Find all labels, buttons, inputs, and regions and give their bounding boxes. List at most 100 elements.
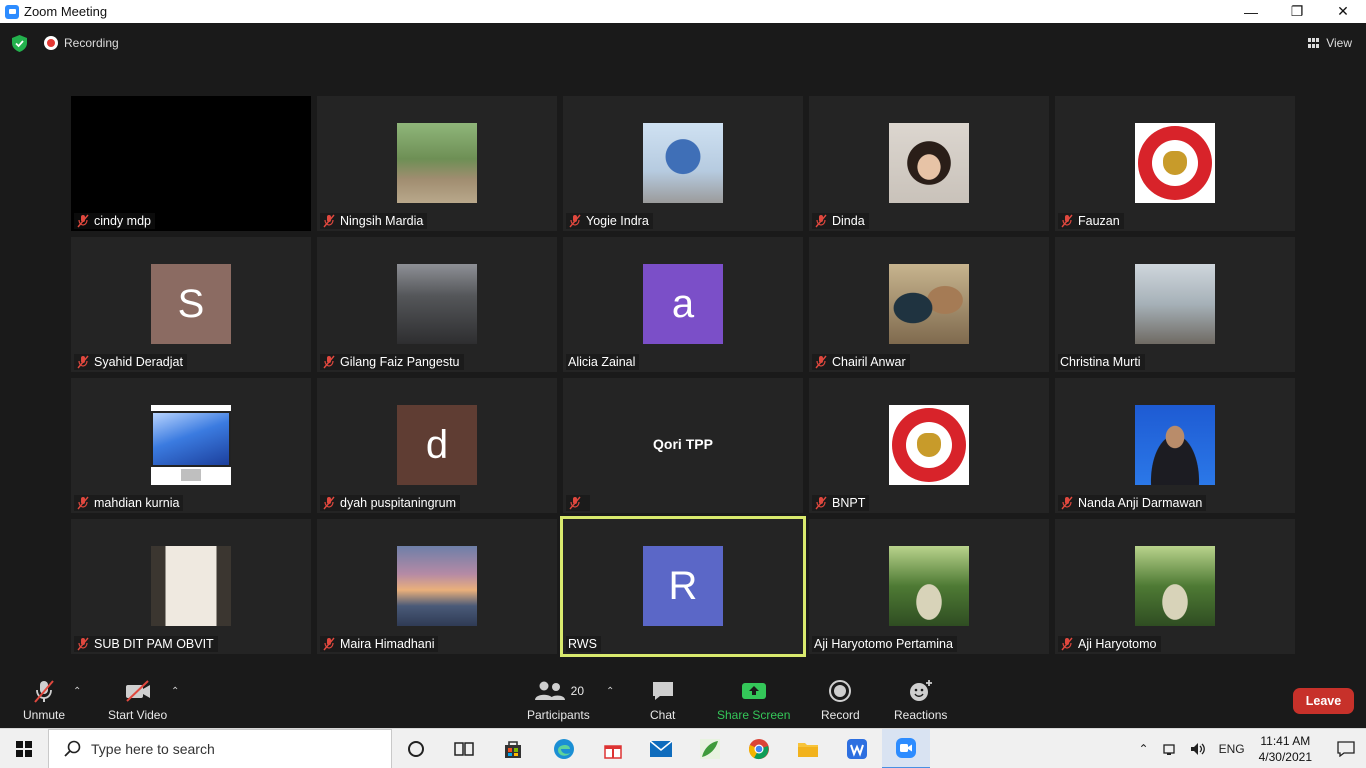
- zoom-icon: [896, 738, 916, 758]
- wps-icon: [847, 739, 867, 759]
- participant-name: SUB DIT PAM OBVIT: [94, 637, 214, 651]
- recording-dot-icon: [44, 36, 58, 50]
- participant-name-bar: Maira Himadhani: [320, 636, 439, 652]
- reactions-label: Reactions: [894, 708, 948, 722]
- clock-date: 4/30/2021: [1258, 750, 1312, 764]
- wps-app-button[interactable]: [833, 729, 881, 768]
- maximize-button[interactable]: ❐: [1274, 0, 1320, 23]
- video-gallery: cindy mdp Ningsih Mardia Yogie Indra Dinda F…: [0, 65, 1366, 670]
- participant-tile[interactable]: Qori TPP: [563, 378, 803, 513]
- unmute-button[interactable]: Unmute: [23, 678, 65, 722]
- recording-indicator[interactable]: Recording: [44, 36, 119, 50]
- muted-mic-icon: [1061, 214, 1073, 228]
- participants-icon-group: 20: [533, 678, 584, 704]
- participant-tile[interactable]: Dinda: [809, 96, 1049, 231]
- chrome-app-button[interactable]: [735, 729, 783, 768]
- audio-options-caret[interactable]: ⌃: [73, 686, 81, 697]
- security-shield-icon[interactable]: [12, 35, 27, 52]
- participant-name: BNPT: [832, 496, 866, 510]
- chat-bubble-icon: [651, 678, 675, 704]
- gift-icon: [604, 745, 622, 759]
- participant-tile[interactable]: Fauzan: [1055, 96, 1295, 231]
- input-language[interactable]: ENG: [1219, 742, 1245, 756]
- gift-app-button[interactable]: [589, 729, 637, 768]
- store-icon: [505, 741, 521, 758]
- muted-mic-icon: [77, 496, 89, 510]
- taskbar-search-box[interactable]: Type here to search: [48, 729, 392, 768]
- reactions-button[interactable]: Reactions: [894, 678, 947, 722]
- leaf-app-button[interactable]: [686, 729, 734, 768]
- share-screen-button[interactable]: Share Screen: [717, 678, 790, 722]
- video-off-icon: [123, 678, 153, 704]
- store-app-button[interactable]: [489, 729, 537, 768]
- participants-button[interactable]: 20 Participants: [527, 678, 590, 722]
- participant-tile[interactable]: R RWS: [560, 516, 806, 657]
- chrome-icon: [749, 739, 769, 760]
- participant-name: Ningsih Mardia: [340, 214, 424, 228]
- profile-photo: [889, 546, 969, 626]
- cortana-button[interactable]: [392, 729, 440, 768]
- participant-name-bar: Yogie Indra: [566, 213, 653, 229]
- participant-name-bar: BNPT: [812, 495, 870, 511]
- avatar-letter: d: [397, 405, 477, 485]
- view-label: View: [1326, 36, 1352, 50]
- minimize-button[interactable]: —: [1228, 0, 1274, 23]
- record-button[interactable]: Record: [821, 678, 860, 722]
- unmute-label: Unmute: [23, 708, 66, 722]
- participant-tile[interactable]: Ningsih Mardia: [317, 96, 557, 231]
- participant-tile[interactable]: Christina Murti: [1055, 237, 1295, 372]
- participant-name: Aji Haryotomo Pertamina: [814, 637, 953, 651]
- network-icon[interactable]: [1161, 741, 1177, 757]
- participant-tile[interactable]: S Syahid Deradjat: [71, 237, 311, 372]
- participant-tile[interactable]: d dyah puspitaningrum: [317, 378, 557, 513]
- notifications-button[interactable]: [1326, 741, 1366, 757]
- profile-photo: [151, 546, 231, 626]
- start-button[interactable]: [0, 729, 48, 768]
- close-button[interactable]: ✕: [1320, 0, 1366, 23]
- participant-avatar: S: [151, 264, 231, 344]
- participant-name: mahdian kurnia: [94, 496, 180, 510]
- view-button[interactable]: View: [1308, 36, 1352, 50]
- participant-name: Christina Murti: [1060, 355, 1141, 369]
- task-view-button[interactable]: [440, 729, 488, 768]
- bnpt-logo-image: [889, 405, 969, 485]
- zoom-app-button[interactable]: [882, 729, 930, 768]
- muted-mic-icon: [815, 214, 827, 228]
- participant-display-name: Qori TPP: [653, 436, 713, 452]
- participant-tile[interactable]: cindy mdp: [71, 96, 311, 231]
- muted-mic-icon: [323, 355, 335, 369]
- participant-tile[interactable]: Yogie Indra: [563, 96, 803, 231]
- participant-tile[interactable]: BNPT: [809, 378, 1049, 513]
- participant-tile[interactable]: a Alicia Zainal: [563, 237, 803, 372]
- participant-tile[interactable]: mahdian kurnia: [71, 378, 311, 513]
- mail-app-button[interactable]: [637, 729, 685, 768]
- windows-logo-icon: [16, 741, 32, 757]
- participant-tile[interactable]: SUB DIT PAM OBVIT: [71, 519, 311, 654]
- participant-tile[interactable]: Gilang Faiz Pangestu: [317, 237, 557, 372]
- participant-name-bar: Syahid Deradjat: [74, 354, 187, 370]
- participant-tile[interactable]: Aji Haryotomo: [1055, 519, 1295, 654]
- start-video-button[interactable]: Start Video: [108, 678, 167, 722]
- participant-tile[interactable]: Aji Haryotomo Pertamina: [809, 519, 1049, 654]
- participant-tile[interactable]: Chairil Anwar: [809, 237, 1049, 372]
- participants-options-caret[interactable]: ⌃: [606, 686, 614, 697]
- taskbar-clock[interactable]: 11:41 AM 4/30/2021: [1259, 733, 1312, 765]
- file-explorer-app-button[interactable]: [784, 729, 832, 768]
- avatar-letter: R: [643, 546, 723, 626]
- participant-name: Maira Himadhani: [340, 637, 435, 651]
- participant-tile[interactable]: Nanda Anji Darmawan: [1055, 378, 1295, 513]
- participant-tile[interactable]: Maira Himadhani: [317, 519, 557, 654]
- leave-button[interactable]: Leave: [1293, 688, 1354, 714]
- record-label: Record: [821, 708, 860, 722]
- show-hidden-icons-caret[interactable]: ⌃: [1139, 742, 1149, 756]
- share-screen-icon: [741, 678, 767, 704]
- video-options-caret[interactable]: ⌃: [171, 686, 179, 697]
- chat-label: Chat: [650, 708, 676, 722]
- windows-taskbar: Type here to search ⌃ ENG 11:41 AM 4/30/…: [0, 728, 1366, 768]
- chat-button[interactable]: Chat: [650, 678, 675, 722]
- volume-icon[interactable]: [1189, 741, 1207, 757]
- edge-app-button[interactable]: [540, 729, 588, 768]
- participant-name-bar: Chairil Anwar: [812, 354, 910, 370]
- avatar-letter: a: [643, 264, 723, 344]
- meeting-toolbar: Unmute ⌃ Start Video ⌃ 20 Participants ⌃: [0, 670, 1366, 728]
